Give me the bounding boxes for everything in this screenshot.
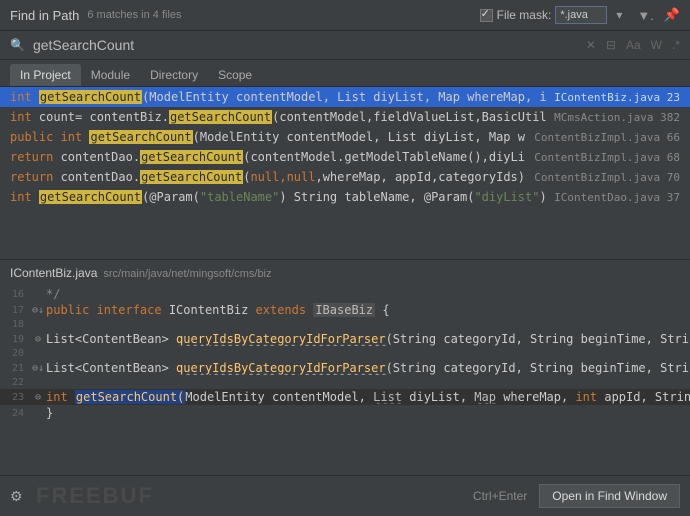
preview-panel: IContentBiz.java src/main/java/net/mings… [0, 259, 690, 421]
filemask-group: File mask: ▾ [480, 6, 628, 24]
filter-icon[interactable]: ▼. [637, 8, 653, 23]
dialog-header: Find in Path 6 matches in 4 files File m… [0, 0, 690, 31]
clear-icon[interactable]: ✕ [586, 38, 596, 52]
settings-icon[interactable]: ⚙ [10, 488, 23, 505]
tab-directory[interactable]: Directory [140, 64, 208, 86]
code-line[interactable]: 22 [0, 376, 690, 389]
result-row[interactable]: int count= contentBiz.getSearchCount(con… [0, 107, 690, 127]
preview-header: IContentBiz.java src/main/java/net/mings… [0, 260, 690, 286]
result-row[interactable]: return contentDao.getSearchCount(null,nu… [0, 167, 690, 187]
tab-in-project[interactable]: In Project [10, 64, 81, 86]
scope-tabs: In ProjectModuleDirectoryScope [0, 60, 690, 87]
words-icon[interactable]: W [651, 38, 662, 52]
result-row[interactable]: int getSearchCount(@Param("tableName") S… [0, 187, 690, 207]
code-line[interactable]: 23⊖ int getSearchCount(ModelEntity conte… [0, 389, 690, 405]
dialog-footer: ⚙ FREEBUF Ctrl+Enter Open in Find Window [0, 475, 690, 516]
filemask-label: File mask: [497, 8, 552, 22]
code-line[interactable]: 20 [0, 347, 690, 360]
result-row[interactable]: public int getSearchCount(ModelEntity co… [0, 127, 690, 147]
preview-path: src/main/java/net/mingsoft/cms/biz [103, 268, 271, 280]
search-row: 🔍 ✕ ⊟ Aa W .* [0, 31, 690, 60]
code-line[interactable]: 17⊖↓ public interface IContentBiz extend… [0, 302, 690, 318]
code-line[interactable]: 21⊖↓ List<ContentBean> queryIdsByCategor… [0, 360, 690, 376]
filemask-dropdown[interactable]: ▾ [611, 8, 627, 22]
preview-filename: IContentBiz.java [10, 266, 97, 280]
search-icon: 🔍 [10, 38, 25, 52]
open-find-window-button[interactable]: Open in Find Window [539, 484, 680, 508]
results-list: int getSearchCount(ModelEntity contentMo… [0, 87, 690, 207]
match-count: 6 matches in 4 files [87, 9, 181, 21]
tab-module[interactable]: Module [81, 64, 140, 86]
filemask-input[interactable] [555, 6, 607, 24]
result-row[interactable]: int getSearchCount(ModelEntity contentMo… [0, 87, 690, 107]
code-line[interactable]: 19⊖ List<ContentBean> queryIdsByCategory… [0, 331, 690, 347]
code-line[interactable]: 18 [0, 318, 690, 331]
code-line[interactable]: 24 } [0, 405, 690, 421]
dialog-title: Find in Path [10, 8, 79, 23]
history-icon[interactable]: ⊟ [606, 38, 616, 52]
code-line[interactable]: 16 */ [0, 286, 690, 302]
result-row[interactable]: return contentDao.getSearchCount(content… [0, 147, 690, 167]
match-case-icon[interactable]: Aa [626, 38, 641, 52]
filemask-checkbox[interactable] [480, 9, 493, 22]
regex-icon[interactable]: .* [672, 38, 680, 52]
search-input[interactable] [33, 37, 576, 53]
pin-icon[interactable]: 📌 [664, 7, 680, 23]
tab-scope[interactable]: Scope [208, 64, 262, 86]
shortcut-hint: Ctrl+Enter [473, 489, 527, 503]
watermark-text: FREEBUF [36, 483, 154, 509]
code-editor[interactable]: 16 */17⊖↓ public interface IContentBiz e… [0, 286, 690, 421]
